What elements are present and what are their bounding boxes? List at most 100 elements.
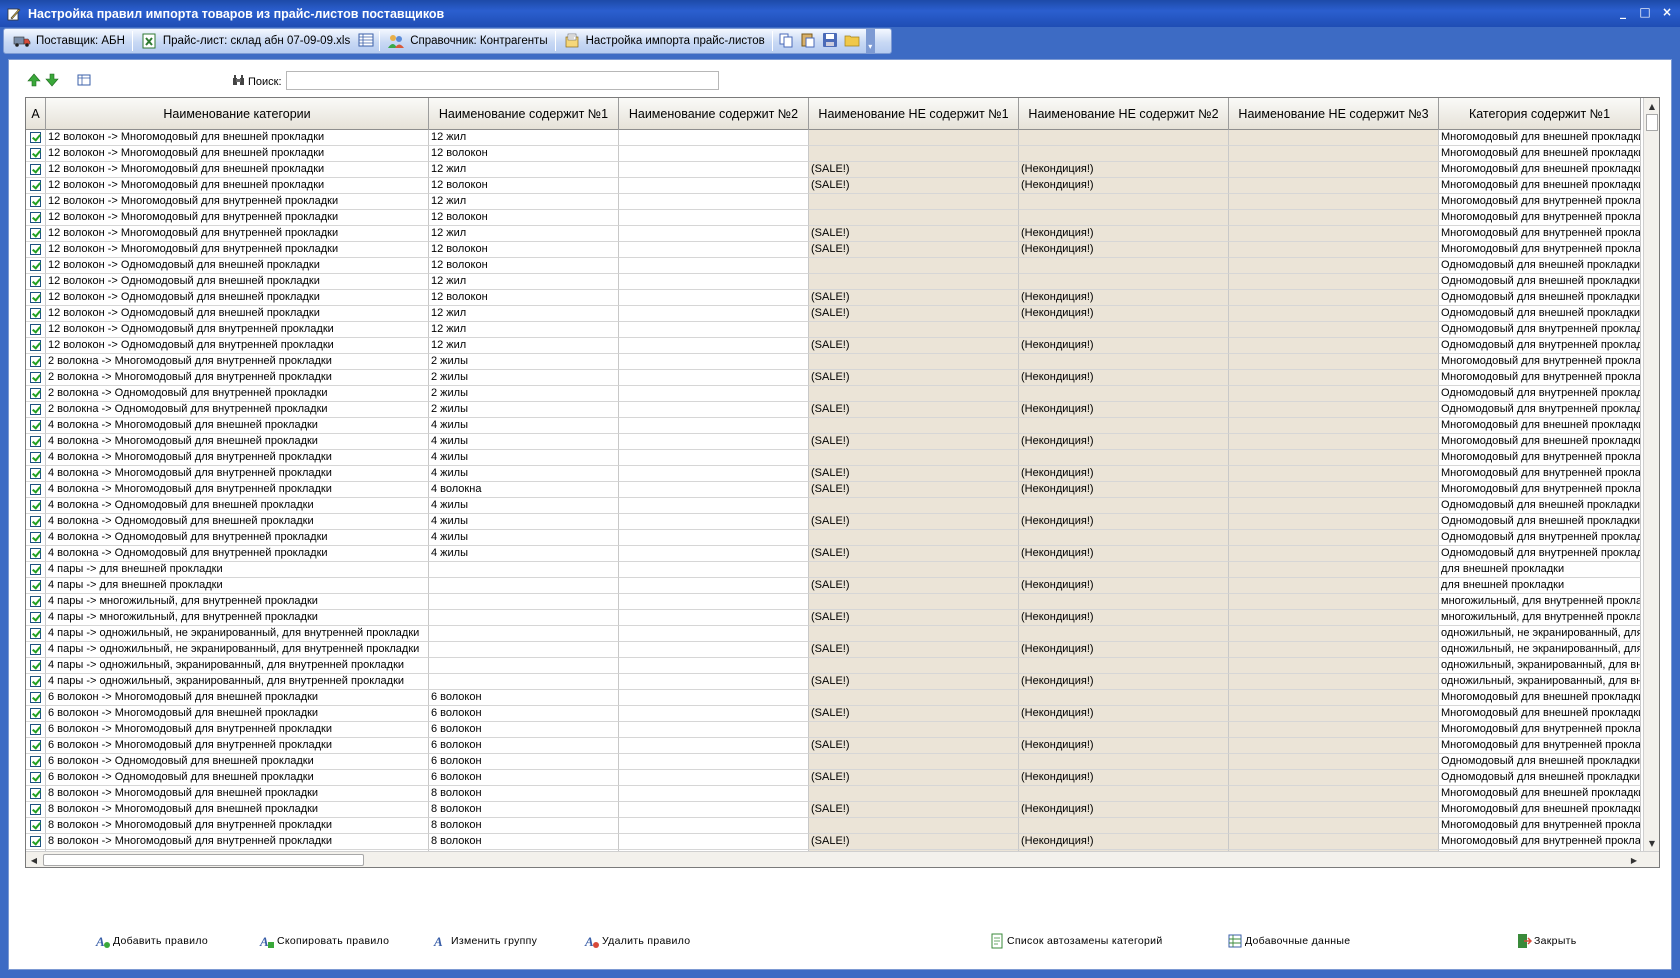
table-cell[interactable]: (Некондиция!)	[1019, 338, 1229, 354]
table-cell[interactable]: Одномодовый для внешней прокладки	[1439, 514, 1641, 530]
table-cell[interactable]	[1019, 450, 1229, 466]
table-cell[interactable]	[809, 530, 1019, 546]
active-checkbox[interactable]	[30, 660, 41, 671]
active-checkbox[interactable]	[30, 692, 41, 703]
table-cell[interactable]	[1229, 354, 1439, 370]
table-cell[interactable]	[809, 258, 1019, 274]
move-up-icon[interactable]	[27, 73, 41, 87]
table-cell[interactable]: Многомодовый для внутренней прокладки	[1439, 482, 1641, 498]
table-cell[interactable]	[619, 194, 809, 210]
table-cell[interactable]: 12 волокон -> Одномодовый для внутренней…	[46, 338, 429, 354]
table-cell[interactable]: Многомодовый для внешней прокладки	[1439, 162, 1641, 178]
table-cell[interactable]	[619, 130, 809, 146]
table-cell[interactable]	[1229, 610, 1439, 626]
table-cell[interactable]	[1229, 658, 1439, 674]
table-cell[interactable]: 4 пары -> для внешней прокладки	[46, 562, 429, 578]
table-cell[interactable]	[619, 434, 809, 450]
scroll-left-icon[interactable]: ◀	[27, 853, 41, 867]
column-header[interactable]: Категория содержит №1	[1439, 98, 1641, 130]
table-cell[interactable]: 12 волокон	[429, 146, 619, 162]
directory-button[interactable]: Справочник: Контрагенты	[382, 30, 552, 52]
active-checkbox[interactable]	[30, 516, 41, 527]
active-checkbox[interactable]	[30, 676, 41, 687]
table-cell[interactable]	[1019, 690, 1229, 706]
table-cell[interactable]: 12 волокон -> Многомодовый для внутренне…	[46, 226, 429, 242]
table-row[interactable]: 2 волокна -> Многомодовый для внутренней…	[26, 370, 1641, 386]
table-cell[interactable]: (SALE!)	[809, 674, 1019, 690]
table-cell[interactable]: 4 пары -> одножильный, экранированный, д…	[46, 658, 429, 674]
table-cell[interactable]: (SALE!)	[809, 546, 1019, 562]
table-row[interactable]: 2 волокна -> Одномодовый для внутренней …	[26, 402, 1641, 418]
table-cell[interactable]	[1229, 226, 1439, 242]
table-cell[interactable]: 6 волокон	[429, 738, 619, 754]
delete-rule-button[interactable]: A Удалить правило	[584, 932, 690, 950]
table-cell[interactable]: (SALE!)	[809, 242, 1019, 258]
table-row[interactable]: 8 волокон -> Многомодовый для внутренней…	[26, 834, 1641, 850]
table-cell[interactable]: 2 волокна -> Многомодовый для внутренней…	[46, 370, 429, 386]
column-header[interactable]: А	[26, 98, 46, 130]
table-cell[interactable]	[619, 546, 809, 562]
active-checkbox[interactable]	[30, 548, 41, 559]
active-checkbox[interactable]	[30, 420, 41, 431]
table-cell[interactable]: (SALE!)	[809, 482, 1019, 498]
table-cell[interactable]: 4 пары -> одножильный, не экранированный…	[46, 642, 429, 658]
table-cell[interactable]: Многомодовый для внешней прокладки	[1439, 146, 1641, 162]
table-cell[interactable]: (SALE!)	[809, 770, 1019, 786]
table-cell[interactable]: Многомодовый для внешней прокладки	[1439, 178, 1641, 194]
table-cell[interactable]: (SALE!)	[809, 226, 1019, 242]
table-cell[interactable]: Многомодовый для внутренней прокладки	[1439, 210, 1641, 226]
table-cell[interactable]: 6 волокон -> Многомодовый для внутренней…	[46, 722, 429, 738]
table-cell[interactable]: (SALE!)	[809, 162, 1019, 178]
table-row[interactable]: 12 волокон -> Многомодовый для внешней п…	[26, 130, 1641, 146]
table-cell[interactable]: (SALE!)	[809, 578, 1019, 594]
table-cell[interactable]	[1229, 578, 1439, 594]
table-cell[interactable]: 4 жилы	[429, 450, 619, 466]
active-checkbox[interactable]	[30, 788, 41, 799]
table-cell[interactable]	[1229, 274, 1439, 290]
table-cell[interactable]: 8 волокон -> Многомодовый для внутренней…	[46, 834, 429, 850]
table-cell[interactable]	[1229, 594, 1439, 610]
table-row[interactable]: 12 волокон -> Многомодовый для внутренне…	[26, 226, 1641, 242]
table-cell[interactable]: Одномодовый для внутренней прокладки	[1439, 386, 1641, 402]
table-cell[interactable]: Одномодовый для внешней прокладки	[1439, 274, 1641, 290]
table-cell[interactable]: 12 волокон -> Многомодовый для внутренне…	[46, 194, 429, 210]
table-cell[interactable]: 4 пары -> многожильный, для внутренней п…	[46, 594, 429, 610]
table-cell[interactable]: (Некондиция!)	[1019, 514, 1229, 530]
table-cell[interactable]	[1229, 434, 1439, 450]
active-checkbox[interactable]	[30, 340, 41, 351]
table-cell[interactable]	[619, 498, 809, 514]
table-cell[interactable]: Многомодовый для внешней прокладки	[1439, 706, 1641, 722]
table-cell[interactable]	[809, 274, 1019, 290]
table-cell[interactable]	[1229, 530, 1439, 546]
import-settings-button[interactable]: Настройка импорта прайс-листов	[558, 30, 770, 52]
close-window-button[interactable]: ×	[1660, 5, 1674, 19]
table-cell[interactable]	[1019, 146, 1229, 162]
table-cell[interactable]: 12 жил	[429, 338, 619, 354]
table-cell[interactable]	[1019, 754, 1229, 770]
active-checkbox[interactable]	[30, 500, 41, 511]
active-checkbox[interactable]	[30, 580, 41, 591]
table-cell[interactable]	[619, 274, 809, 290]
table-cell[interactable]	[619, 594, 809, 610]
table-row[interactable]: 12 волокон -> Многомодовый для внешней п…	[26, 162, 1641, 178]
table-row[interactable]: 4 пары -> многожильный, для внутренней п…	[26, 594, 1641, 610]
table-cell[interactable]: 8 волокон -> Многомодовый для внутренней…	[46, 818, 429, 834]
table-cell[interactable]	[1019, 722, 1229, 738]
table-cell[interactable]: 2 волокна -> Одномодовый для внутренней …	[46, 402, 429, 418]
table-cell[interactable]	[619, 370, 809, 386]
pricelist-button[interactable]: Прайс-лист: склад абн 07-09-09.xls	[135, 30, 355, 52]
active-checkbox[interactable]	[30, 196, 41, 207]
table-cell[interactable]	[1019, 818, 1229, 834]
table-cell[interactable]	[809, 450, 1019, 466]
table-cell[interactable]: (Некондиция!)	[1019, 482, 1229, 498]
table-cell[interactable]: 12 жил	[429, 274, 619, 290]
minimize-button[interactable]: _	[1616, 5, 1630, 19]
table-cell[interactable]: для внешней прокладки	[1439, 562, 1641, 578]
table-cell[interactable]: 6 волокон	[429, 754, 619, 770]
table-cell[interactable]	[809, 594, 1019, 610]
table-cell[interactable]: (Некондиция!)	[1019, 674, 1229, 690]
table-cell[interactable]: одножильный, не экранированный, для внут…	[1439, 642, 1641, 658]
active-checkbox[interactable]	[30, 596, 41, 607]
table-cell[interactable]	[619, 146, 809, 162]
table-row[interactable]: 6 волокон -> Одномодовый для внешней про…	[26, 754, 1641, 770]
